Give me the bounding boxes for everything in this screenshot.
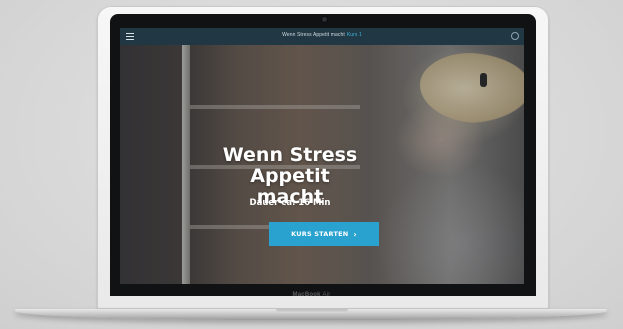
device-brand: MacBook Air: [0, 292, 623, 298]
chevron-right-icon: ›: [353, 229, 357, 239]
top-bar: Wenn Stress Appetit macht Kurs 1: [120, 28, 524, 45]
brand-bold: MacBook: [292, 292, 321, 298]
settings-icon[interactable]: [511, 32, 519, 40]
course-title-text: Wenn Stress Appetit macht: [282, 32, 345, 38]
hero-title-line1: Wenn Stress Appetit: [222, 144, 358, 187]
start-course-button[interactable]: KURS STARTEN ›: [269, 222, 379, 246]
duration-label: Dauer ca. 16 Min: [249, 198, 331, 208]
app-screen: Wenn Stress Appetit macht Kurs 1 Wenn Str…: [120, 28, 524, 284]
laptop-notch: [276, 309, 348, 313]
course-title: Wenn Stress Appetit macht Kurs 1: [120, 32, 524, 38]
hero-image: Wenn Stress Appetit macht Dauer ca. 16 M…: [120, 45, 524, 284]
brand-light: Air: [322, 292, 331, 298]
course-title-accent: Kurs 1: [346, 32, 362, 38]
start-course-label: KURS STARTEN: [291, 230, 349, 238]
camera-icon: [322, 17, 327, 22]
